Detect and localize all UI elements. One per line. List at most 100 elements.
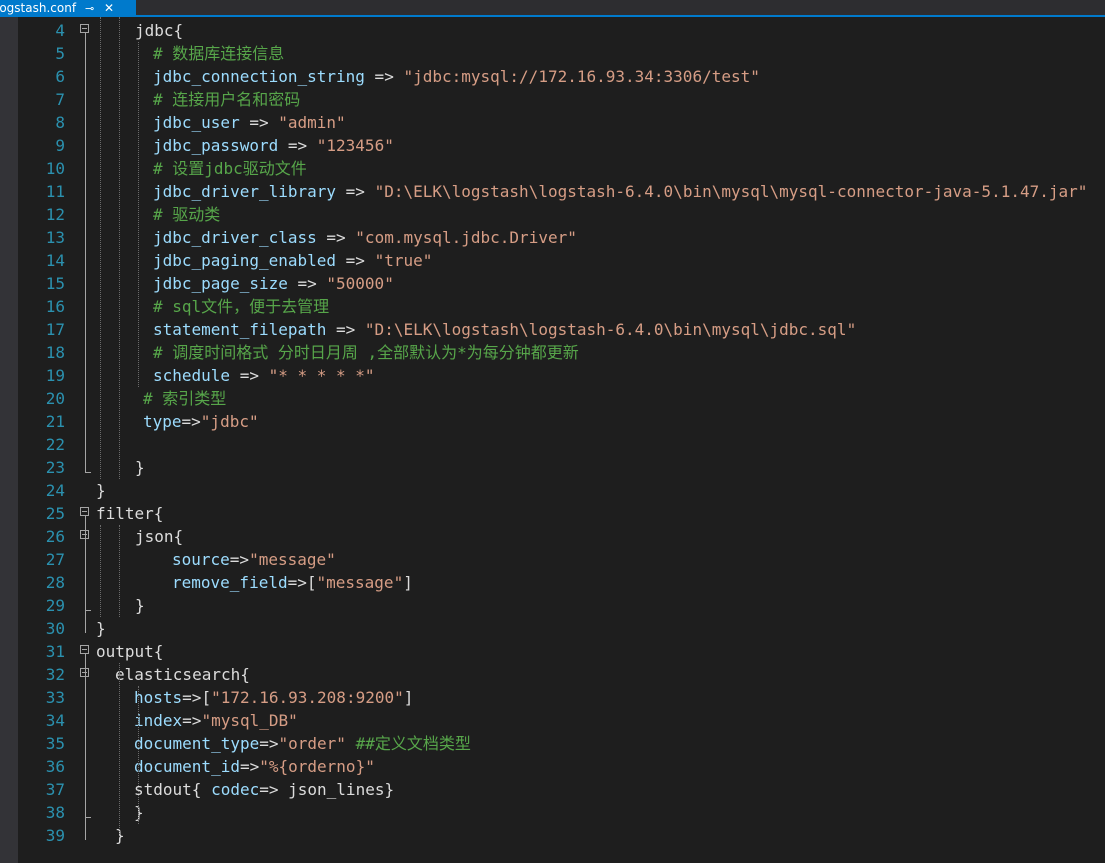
token-keyword: document_id [134, 757, 240, 776]
token-keyword: jdbc_user [153, 113, 240, 132]
token-string: "%{orderno}" [259, 757, 375, 776]
code-line[interactable]: 24} [18, 479, 1105, 502]
code-line[interactable]: 5 # 数据库连接信息 [18, 42, 1105, 65]
code-line[interactable]: 38} [18, 801, 1105, 824]
code-text: # 设置jdbc驱动文件 [153, 157, 307, 180]
line-number: 35 [45, 734, 65, 753]
token-comment: # 数据库连接信息 [153, 44, 285, 63]
code-line[interactable]: 11 jdbc_driver_library => "D:\ELK\logstas… [18, 180, 1105, 203]
fold-collapse-icon[interactable] [80, 24, 89, 33]
code-line[interactable]: 36 document_id=>"%{orderno}" [18, 755, 1105, 778]
token-string: "50000" [326, 274, 394, 293]
token-plain: } [135, 596, 145, 615]
line-number: 7 [55, 90, 65, 109]
code-line[interactable]: 23} [18, 456, 1105, 479]
line-number: 21 [45, 412, 65, 431]
code-line[interactable]: 39} [18, 824, 1105, 847]
code-line[interactable]: 28 remove_field=>["message"] [18, 571, 1105, 594]
code-text: json{ [135, 525, 183, 548]
token-plain: stdout{ [134, 780, 212, 799]
token-string: "message" [249, 550, 336, 569]
code-line[interactable]: 13 jdbc_driver_class => "com.mysql.jdbc.D… [18, 226, 1105, 249]
code-text: jdbc_connection_string => "jdbc:mysql://… [153, 65, 760, 88]
code-line[interactable]: 8 jdbc_user => "admin" [18, 111, 1105, 134]
code-text: } [96, 479, 106, 502]
token-string: "jdbc:mysql://172.16.93.34:3306/test" [403, 67, 760, 86]
line-number: 37 [45, 780, 65, 799]
token-comment: # 连接用户名和密码 [153, 90, 301, 109]
code-text: schedule => "* * * * *" [153, 364, 375, 387]
token-plain: => [316, 228, 356, 247]
token-keyword: jdbc_driver_library [153, 182, 337, 201]
code-text: jdbc_user => "admin" [153, 111, 346, 134]
code-line[interactable]: 21 type=>"jdbc" [18, 410, 1105, 433]
code-text: index=>"mysql_DB" [134, 709, 298, 732]
code-line[interactable]: 12 # 驱动类 [18, 203, 1105, 226]
token-plain: => [230, 366, 269, 385]
code-line[interactable]: 37 stdout{ codec=> json_lines} [18, 778, 1105, 801]
indent-guide [138, 686, 139, 824]
code-line[interactable]: 7 # 连接用户名和密码 [18, 88, 1105, 111]
token-string: "D:\ELK\logstash\logstash-6.4.0\bin\mysq… [364, 320, 857, 339]
code-line[interactable]: 17 statement_filepath => "D:\ELK\logstash… [18, 318, 1105, 341]
token-comment: # 索引类型 [143, 389, 227, 408]
code-line[interactable]: 32 elasticsearch{ [18, 663, 1105, 686]
code-line[interactable]: 15 jdbc_page_size => "50000" [18, 272, 1105, 295]
tab-label: logstash.conf [0, 1, 77, 15]
code-line[interactable]: 16 # sql文件，便于去管理 [18, 295, 1105, 318]
token-string: "admin" [278, 113, 346, 132]
code-line[interactable]: 31 output{ [18, 640, 1105, 663]
token-plain: => [364, 67, 404, 86]
indent-guide [119, 17, 120, 479]
code-line[interactable]: 22 [18, 433, 1105, 456]
line-number: 19 [45, 366, 65, 385]
code-line[interactable]: 4 jdbc{ [18, 19, 1105, 42]
outline-bracket [85, 654, 86, 840]
code-line[interactable]: 10 # 设置jdbc驱动文件 [18, 157, 1105, 180]
close-icon[interactable]: ✕ [104, 0, 114, 17]
token-keyword: jdbc_page_size [153, 274, 288, 293]
pin-icon[interactable]: ⊸ [85, 0, 94, 17]
code-line[interactable]: 14 jdbc_paging_enabled => "true" [18, 249, 1105, 272]
token-plain: =>[ [182, 688, 212, 707]
code-line[interactable]: 35 document_type=>"order" ##定义文档类型 [18, 732, 1105, 755]
token-keyword: jdbc_password [153, 136, 279, 155]
tab-logstash-conf[interactable]: logstash.conf ⊸ ✕ [0, 0, 136, 17]
code-line[interactable]: 9 jdbc_password => "123456" [18, 134, 1105, 157]
code-line[interactable]: 19 schedule => "* * * * *" [18, 364, 1105, 387]
token-keyword: jdbc_connection_string [153, 67, 365, 86]
token-keyword: index [134, 711, 183, 730]
line-number: 36 [45, 757, 65, 776]
token-plain: =>[ [287, 573, 317, 592]
line-number: 5 [55, 44, 65, 63]
token-plain: => [229, 550, 250, 569]
code-line[interactable]: 18 # 调度时间格式 分时日月周 ,全部默认为*为每分钟都更新 [18, 341, 1105, 364]
code-line[interactable]: 25 filter{ [18, 502, 1105, 525]
fold-collapse-icon[interactable] [80, 507, 89, 516]
token-plain: => [278, 136, 317, 155]
token-plain: } [96, 619, 106, 638]
code-text: document_id=>"%{orderno}" [134, 755, 375, 778]
code-line[interactable]: 33 hosts=>["172.16.93.208:9200"] [18, 686, 1105, 709]
token-keyword: type [143, 412, 182, 431]
code-line[interactable]: 27 source=>"message" [18, 548, 1105, 571]
code-line[interactable]: 26 json{ [18, 525, 1105, 548]
token-plain: => [287, 274, 327, 293]
line-number: 28 [45, 573, 65, 592]
line-number: 8 [55, 113, 65, 132]
token-plain: => json_lines} [259, 780, 395, 799]
line-number: 18 [45, 343, 65, 362]
code-line[interactable]: 34 index=>"mysql_DB" [18, 709, 1105, 732]
code-line[interactable]: 20 # 索引类型 [18, 387, 1105, 410]
token-plain: filter{ [96, 504, 164, 523]
token-comment: # 调度时间格式 分时日月周 ,全部默认为*为每分钟都更新 [153, 343, 579, 362]
code-text: document_type=>"order" ##定义文档类型 [134, 732, 471, 755]
code-line[interactable]: 6 jdbc_connection_string => "jdbc:mysql:/… [18, 65, 1105, 88]
code-line[interactable]: 29} [18, 594, 1105, 617]
code-editor[interactable]: 4 jdbc{ 5 # 数据库连接信息 6 jdbc_connection_string … [18, 17, 1105, 863]
token-plain: => [181, 412, 201, 431]
code-line[interactable]: 30} [18, 617, 1105, 640]
fold-collapse-icon[interactable] [80, 645, 89, 654]
line-number: 22 [45, 435, 65, 454]
token-keyword: document_type [134, 734, 260, 753]
